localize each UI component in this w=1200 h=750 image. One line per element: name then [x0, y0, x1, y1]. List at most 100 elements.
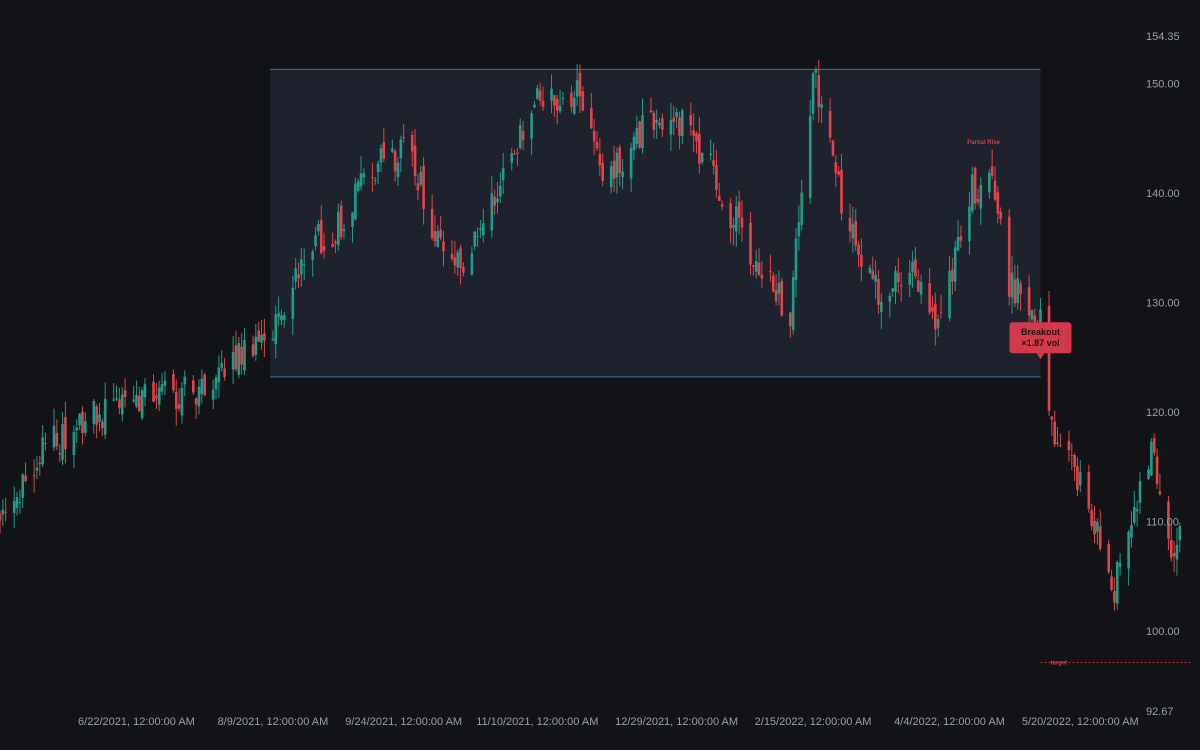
candle-body: [1115, 562, 1119, 604]
candle-body: [422, 165, 425, 210]
candle-body: [103, 398, 107, 435]
candle-body: [462, 267, 465, 273]
candle-body: [35, 467, 39, 471]
candle-body: [0, 514, 2, 521]
candle-body: [618, 147, 622, 173]
candle-body: [32, 475, 36, 477]
candle-body: [894, 270, 897, 292]
candle-body: [914, 259, 917, 277]
candle-body: [632, 136, 636, 151]
candle-body: [135, 394, 138, 407]
candle-body: [1113, 591, 1116, 603]
candle-body: [399, 139, 403, 158]
candle-body: [1019, 283, 1022, 294]
breakout-label: Breakout: [1021, 327, 1060, 337]
candle-body: [848, 217, 852, 232]
candle: [831, 139, 835, 157]
candle-body: [595, 141, 599, 149]
candle-body: [575, 80, 579, 97]
candle-body: [837, 171, 840, 175]
candle-body: [203, 374, 206, 396]
candle-body: [860, 254, 863, 267]
candle-body: [15, 497, 19, 508]
candle-body: [24, 475, 27, 482]
x-tick-label: 5/20/2022, 12:00:00 AM: [1022, 716, 1139, 728]
candle-body: [712, 160, 715, 166]
candle-body: [490, 193, 494, 231]
candle-body: [590, 108, 593, 129]
candle-body: [231, 351, 235, 370]
candle-body: [172, 373, 175, 391]
candle-body: [83, 421, 87, 433]
candle-body: [21, 474, 25, 498]
y-tick-label: 154.35: [1146, 31, 1180, 43]
candle-body: [476, 235, 479, 237]
candle-body: [555, 98, 559, 111]
candle-body: [988, 172, 991, 193]
candle-body: [211, 389, 215, 400]
candle-body: [635, 127, 639, 144]
candle-body: [951, 269, 954, 282]
candle-body: [1067, 440, 1071, 451]
candle-body: [1155, 456, 1159, 484]
consolidation-range-box: [270, 69, 1041, 377]
candle-body: [112, 399, 116, 401]
candle-body: [621, 171, 624, 178]
candle-body: [302, 264, 306, 266]
candle-body: [840, 169, 843, 214]
candle-body: [459, 247, 462, 268]
candle-body: [419, 171, 423, 185]
candle-body: [817, 75, 821, 107]
candle-body: [561, 98, 565, 100]
candle-body: [899, 285, 903, 287]
candle-body: [811, 73, 815, 114]
candle-body: [953, 247, 957, 282]
candle-body: [629, 147, 633, 179]
candle-body: [757, 262, 761, 275]
x-tick-label: 9/24/2021, 12:00:00 AM: [345, 716, 462, 728]
candle-body: [661, 118, 664, 130]
candle-body: [1135, 509, 1139, 512]
candle-body: [12, 500, 16, 513]
candle-body: [672, 117, 676, 122]
candle-body: [601, 162, 604, 181]
candle-body: [192, 380, 195, 393]
x-tick-label: 4/4/2022, 12:00:00 AM: [894, 716, 1005, 728]
candle-body: [572, 97, 576, 114]
candle-body: [331, 244, 334, 247]
candle-body: [371, 177, 374, 179]
candle-body: [263, 333, 266, 341]
candle-body: [300, 259, 303, 275]
candle-body: [120, 394, 124, 415]
candle-body: [516, 152, 519, 154]
y-tick-label: 140.00: [1146, 188, 1180, 200]
candle-body: [1007, 216, 1011, 297]
candle-body: [1172, 553, 1176, 557]
candle-body: [936, 319, 940, 328]
candle-body: [1059, 445, 1062, 447]
candle: [140, 387, 144, 421]
candle-body: [314, 235, 317, 247]
candle-body: [376, 163, 380, 173]
candle-body: [521, 130, 525, 140]
candle-body: [155, 395, 158, 399]
candle-body: [311, 251, 315, 261]
candle-body: [612, 160, 616, 180]
candle-body: [698, 133, 701, 164]
candle-body: [163, 380, 167, 386]
candle-body: [916, 280, 920, 292]
candle-body: [789, 312, 792, 327]
candle-body: [373, 179, 377, 181]
partial-rise-annotation: Partial Rise: [967, 140, 1000, 146]
candle-body: [558, 105, 562, 112]
candle-body: [1147, 469, 1150, 480]
candle-body: [675, 111, 678, 118]
candle-body: [956, 237, 960, 251]
candle-body: [356, 181, 360, 191]
candle: [1047, 291, 1051, 416]
candle-body: [115, 398, 118, 400]
candle-body: [123, 390, 127, 397]
candle-body: [214, 377, 218, 390]
candle-body: [996, 192, 1000, 214]
candle-body: [317, 223, 320, 232]
